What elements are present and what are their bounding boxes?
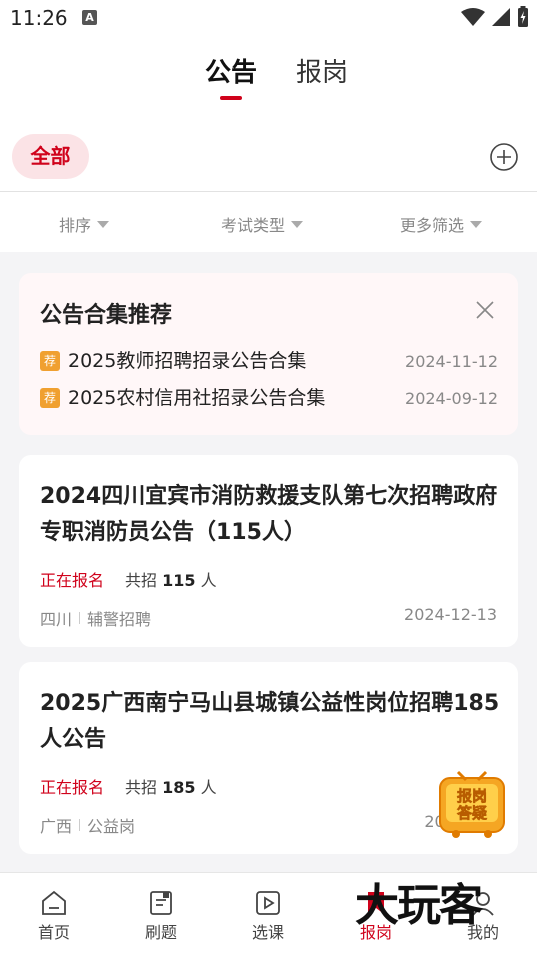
recommend-badge: 荐 bbox=[40, 351, 60, 371]
video-course-icon bbox=[256, 891, 280, 915]
filter-sort[interactable]: 排序 bbox=[59, 212, 110, 236]
nav-exercise-label: 刷题 bbox=[144, 923, 177, 942]
job-status: 正在报名 bbox=[40, 778, 105, 797]
close-icon[interactable] bbox=[474, 299, 496, 321]
status-time: 11:26 bbox=[10, 6, 68, 30]
watermark-logo: 大玩客 bbox=[355, 880, 483, 931]
battery-icon bbox=[518, 6, 528, 27]
job-date: 2024-12-13 bbox=[404, 605, 497, 624]
job-category: 公益岗 bbox=[87, 817, 136, 836]
nav-exercise[interactable]: 刷题 bbox=[121, 889, 201, 943]
filter-sort-label: 排序 bbox=[59, 216, 92, 235]
tab-job-report[interactable]: 报岗 bbox=[296, 52, 348, 89]
home-icon bbox=[42, 890, 66, 915]
exercise-icon bbox=[150, 891, 172, 915]
job-title: 2024四川宜宾市消防救援支队第七次招聘政府专职消防员公告（115人） bbox=[40, 484, 498, 545]
nav-home-label: 首页 bbox=[37, 923, 70, 942]
job-qa-floating-button[interactable]: 报岗 答疑 bbox=[436, 770, 508, 840]
notification-icon: A bbox=[82, 10, 97, 25]
job-tags: 广西 公益岗 bbox=[40, 813, 135, 837]
nav-home[interactable]: 首页 bbox=[14, 889, 94, 943]
job-region: 广西 bbox=[40, 817, 73, 836]
status-icons bbox=[461, 6, 529, 28]
tag-separator bbox=[79, 819, 81, 831]
caret-down-icon bbox=[470, 220, 483, 228]
nav-course-label: 选课 bbox=[251, 923, 284, 942]
filter-bar: 排序 考试类型 更多筛选 bbox=[0, 192, 537, 252]
tv-badge-icon: 报岗 答疑 bbox=[439, 770, 505, 838]
recommend-title: 公告合集推荐 bbox=[40, 303, 173, 328]
job-region: 四川 bbox=[40, 610, 73, 629]
signal-icon bbox=[492, 8, 510, 26]
recommend-item[interactable]: 荐 2025教师招聘招录公告合集 2024-11-12 bbox=[40, 347, 498, 377]
job-title: 2025广西南宁马山县城镇公益性岗位招聘185人公告 bbox=[40, 691, 500, 752]
recommend-item[interactable]: 荐 2025农村信用社招录公告合集 2024-09-12 bbox=[40, 384, 498, 414]
wifi-icon bbox=[461, 8, 485, 26]
recommend-item-text: 2025教师招聘招录公告合集 bbox=[68, 350, 307, 372]
recommend-badge: 荐 bbox=[40, 388, 60, 408]
nav-course[interactable]: 选课 bbox=[228, 889, 308, 943]
caret-down-icon bbox=[97, 220, 110, 228]
job-status: 正在报名 bbox=[40, 571, 105, 590]
svg-text:答疑: 答疑 bbox=[457, 804, 487, 822]
recommend-item-date: 2024-09-12 bbox=[405, 389, 498, 408]
job-total: 共招 185 人 bbox=[125, 778, 217, 797]
caret-down-icon bbox=[291, 220, 304, 228]
filter-exam-type[interactable]: 考试类型 bbox=[221, 212, 304, 236]
recommend-item-date: 2024-11-12 bbox=[405, 352, 498, 371]
filter-more[interactable]: 更多筛选 bbox=[400, 212, 483, 236]
category-chip-all[interactable]: 全部 bbox=[12, 134, 89, 179]
filter-more-label: 更多筛选 bbox=[400, 216, 465, 235]
filter-exam-type-label: 考试类型 bbox=[221, 216, 286, 235]
category-row: 全部 bbox=[0, 134, 537, 182]
recommend-item-text: 2025农村信用社招录公告合集 bbox=[68, 387, 326, 409]
svg-text:报岗: 报岗 bbox=[457, 787, 487, 805]
job-category: 辅警招聘 bbox=[87, 610, 152, 629]
tag-separator bbox=[79, 612, 81, 624]
job-total: 共招 115 人 bbox=[125, 571, 217, 590]
active-tab-indicator bbox=[220, 96, 242, 100]
job-card[interactable]: 2024四川宜宾市消防救援支队第七次招聘政府专职消防员公告（115人） 正在报名… bbox=[19, 455, 518, 647]
add-category-icon[interactable] bbox=[489, 142, 519, 172]
recommend-card: 公告合集推荐 荐 2025教师招聘招录公告合集 2024-11-12 荐 202… bbox=[19, 273, 518, 435]
tab-announcement[interactable]: 公告 bbox=[205, 52, 257, 89]
job-tags: 四川 辅警招聘 bbox=[40, 606, 151, 630]
status-bar: 11:26 A bbox=[0, 0, 537, 36]
top-tabs: 公告 报岗 bbox=[0, 52, 537, 102]
